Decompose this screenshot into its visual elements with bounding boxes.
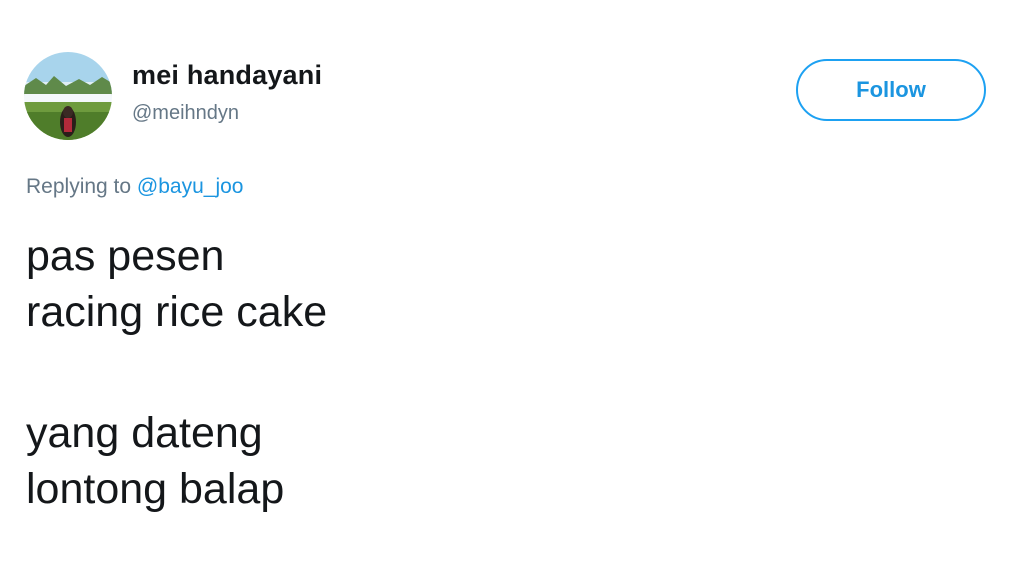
reply-mention-link[interactable]: @bayu_joo [137,175,244,198]
user-handle[interactable]: @meihndyn [132,102,239,125]
tweet-line: pas pesen [26,232,225,280]
tweet-text: pas pesen racing rice cake yang dateng l… [26,228,327,517]
avatar-image [24,52,112,140]
reply-context: Replying to @bayu_joo [26,175,243,199]
tweet-line: racing rice cake [26,288,328,336]
tweet-line: yang dateng [26,409,263,457]
tweet-paragraph-gap [26,340,327,405]
avatar[interactable] [24,52,112,140]
tweet-card: mei handayani @meihndyn Follow Replying … [0,0,1024,575]
display-name[interactable]: mei handayani [132,60,322,91]
follow-button[interactable]: Follow [796,59,986,121]
reply-context-label: Replying to [26,175,132,198]
tweet-line: lontong balap [26,465,285,513]
